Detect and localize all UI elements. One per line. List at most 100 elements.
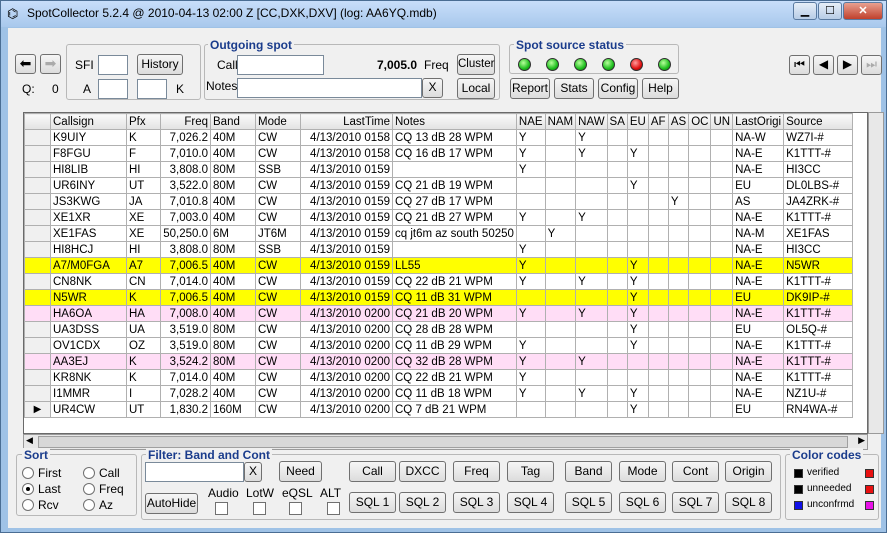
filter-checkbox-lotw[interactable] [253,502,266,515]
table-row[interactable]: F8FGU F 7,010.0 40M CW 4/13/2010 0158 CQ 16 dB… [24,145,854,162]
color-swatch[interactable] [794,469,803,478]
sql-2-button[interactable]: SQL 2 [399,492,446,513]
column-header[interactable]: NAM [544,113,577,130]
column-header[interactable]: SA [606,113,628,130]
column-header[interactable]: Mode [255,113,301,130]
column-header[interactable]: Notes [392,113,517,130]
color-swatch[interactable] [865,501,874,510]
sql-3-button[interactable]: SQL 3 [453,492,500,513]
column-header[interactable]: EU [626,113,649,130]
close-button[interactable]: ✕ [843,2,883,20]
sort-radio-last[interactable] [22,483,34,495]
color-swatch[interactable] [865,469,874,478]
column-header[interactable]: LastOrigi [732,113,785,130]
column-header[interactable]: UN [710,113,734,130]
history-button[interactable]: History [137,54,183,75]
column-header[interactable]: Callsign [50,113,127,130]
column-header[interactable]: Source [783,113,854,130]
sql-1-button[interactable]: SQL 1 [349,492,396,513]
minimize-button[interactable]: ▁ [793,2,817,20]
table-row[interactable]: OV1CDX OZ 3,519.0 80M CW 4/13/2010 0200 CQ 11 … [24,337,854,354]
filter-dxcc-button[interactable]: DXCC [399,461,446,482]
sql-8-button[interactable]: SQL 8 [725,492,772,513]
k-field[interactable] [137,79,167,99]
help-button[interactable]: Help [642,78,679,99]
outgoing-notes-field[interactable] [237,78,422,98]
a-field[interactable] [98,79,128,99]
table-row[interactable]: AA3EJ K 3,524.2 80M CW 4/13/2010 0200 CQ 32 dB… [24,353,854,370]
color-swatch[interactable] [794,485,803,494]
clear-notes-button[interactable]: X [422,78,443,98]
scrollbar-thumb[interactable] [38,436,848,448]
table-row[interactable]: KR8NK K 7,014.0 40M CW 4/13/2010 0200 CQ 22 dB… [24,369,854,386]
color-swatch[interactable] [865,485,874,494]
scroll-right-icon[interactable]: ▶ [858,435,865,446]
sql-6-button[interactable]: SQL 6 [619,492,666,513]
sql-5-button[interactable]: SQL 5 [565,492,612,513]
filter-band-button[interactable]: Band [565,461,612,482]
column-header[interactable]: OC [688,113,712,130]
filter-checkbox-audio[interactable] [215,502,228,515]
table-row[interactable]: CN8NK CN 7,014.0 40M CW 4/13/2010 0159 CQ 22 d… [24,273,854,290]
column-header[interactable]: AS [667,113,690,130]
spot-grid[interactable]: Callsign Pfx Freq Band Mode LastTime Notes NAE N… [23,112,868,434]
sort-radio-first[interactable] [22,467,34,479]
column-header[interactable]: Pfx [126,113,161,130]
stats-button[interactable]: Stats [554,78,594,99]
filter-checkbox-alt[interactable] [327,502,340,515]
sfi-field[interactable] [98,55,128,75]
filter-field[interactable] [145,462,244,482]
color-swatch[interactable] [794,501,803,510]
column-header[interactable]: NAE [515,113,546,130]
table-row[interactable]: UA3DSS UA 3,519.0 80M CW 4/13/2010 0200 CQ 28 … [24,321,854,338]
table-row[interactable]: XE1FAS XE 50,250.0 6M JT6M 4/13/2010 0159 cq j… [24,225,854,242]
clear-filter-button[interactable]: X [244,462,262,482]
filter-checkbox-eqsl[interactable] [289,502,302,515]
local-button[interactable]: Local [457,78,495,99]
filter-tag-button[interactable]: Tag [507,461,554,482]
table-row[interactable]: XE1XR XE 7,003.0 40M CW 4/13/2010 0159 CQ 21 d… [24,209,854,226]
sort-radio-freq[interactable] [83,483,95,495]
sort-radio-az[interactable] [83,499,95,511]
table-row[interactable]: JS3KWG JA 7,010.8 40M CW 4/13/2010 0159 CQ 27 … [24,193,854,210]
maximize-button[interactable]: ☐ [818,2,842,20]
table-row[interactable]: HI8LIB HI 3,808.0 80M SSB 4/13/2010 0159 Y NA-E… [24,161,854,178]
table-row[interactable]: HI8HCJ HI 3,808.0 80M SSB 4/13/2010 0159 Y NA-E… [24,241,854,258]
table-row[interactable]: HA6OA HA 7,008.0 40M CW 4/13/2010 0200 CQ 21 d… [24,305,854,322]
filter-freq-button[interactable]: Freq [453,461,500,482]
filter-mode-button[interactable]: Mode [619,461,666,482]
table-row[interactable]: UR6INY UT 3,522.0 80M CW 4/13/2010 0159 CQ 21 … [24,177,854,194]
sql-4-button[interactable]: SQL 4 [507,492,554,513]
back-arrow-button[interactable]: ⬅ [15,54,36,74]
column-header[interactable]: Freq [160,113,211,130]
config-button[interactable]: Config [598,78,638,99]
scroll-left-icon[interactable]: ◀ [26,435,33,446]
sql-7-button[interactable]: SQL 7 [672,492,719,513]
last-record-button[interactable]: ⏭ [861,55,882,75]
report-button[interactable]: Report [510,78,550,99]
sort-radio-rcv[interactable] [22,499,34,511]
autohide-button[interactable]: AutoHide [145,493,198,514]
table-row[interactable]: K9UIY K 7,026.2 40M CW 4/13/2010 0158 CQ 13 dB… [24,129,854,146]
need-button[interactable]: Need [279,461,322,482]
outgoing-call-field[interactable] [237,55,324,75]
prev-record-button[interactable]: ◀ [813,55,834,75]
table-row[interactable]: I1MMR I 7,028.2 40M CW 4/13/2010 0200 CQ 11 dB… [24,385,854,402]
column-header[interactable]: LastTime [300,113,393,130]
cluster-button[interactable]: Cluster [457,54,495,75]
first-record-button[interactable]: ⏮ [789,55,810,75]
table-row[interactable]: ▶ UR4CW UT 1,830.2 160M CW 4/13/2010 0200 CQ 7 … [24,401,854,418]
column-header[interactable]: AF [647,113,669,130]
table-row[interactable]: A7/M0FGA A7 7,006.5 40M CW 4/13/2010 0159 LL55… [24,257,854,274]
grid-vertical-scrollbar[interactable] [868,112,884,434]
filter-origin-button[interactable]: Origin [725,461,772,482]
sort-radio-call[interactable] [83,467,95,479]
filter-call-button[interactable]: Call [349,461,396,482]
column-header[interactable]: Band [210,113,256,130]
next-record-button[interactable]: ▶ [837,55,858,75]
filter-cont-button[interactable]: Cont [672,461,719,482]
column-header[interactable] [24,113,51,130]
column-header[interactable]: NAW [575,113,608,130]
forward-arrow-button[interactable]: ➡ [40,54,61,74]
table-row[interactable]: N5WR K 7,006.5 40M CW 4/13/2010 0159 CQ 11 dB … [24,289,854,306]
